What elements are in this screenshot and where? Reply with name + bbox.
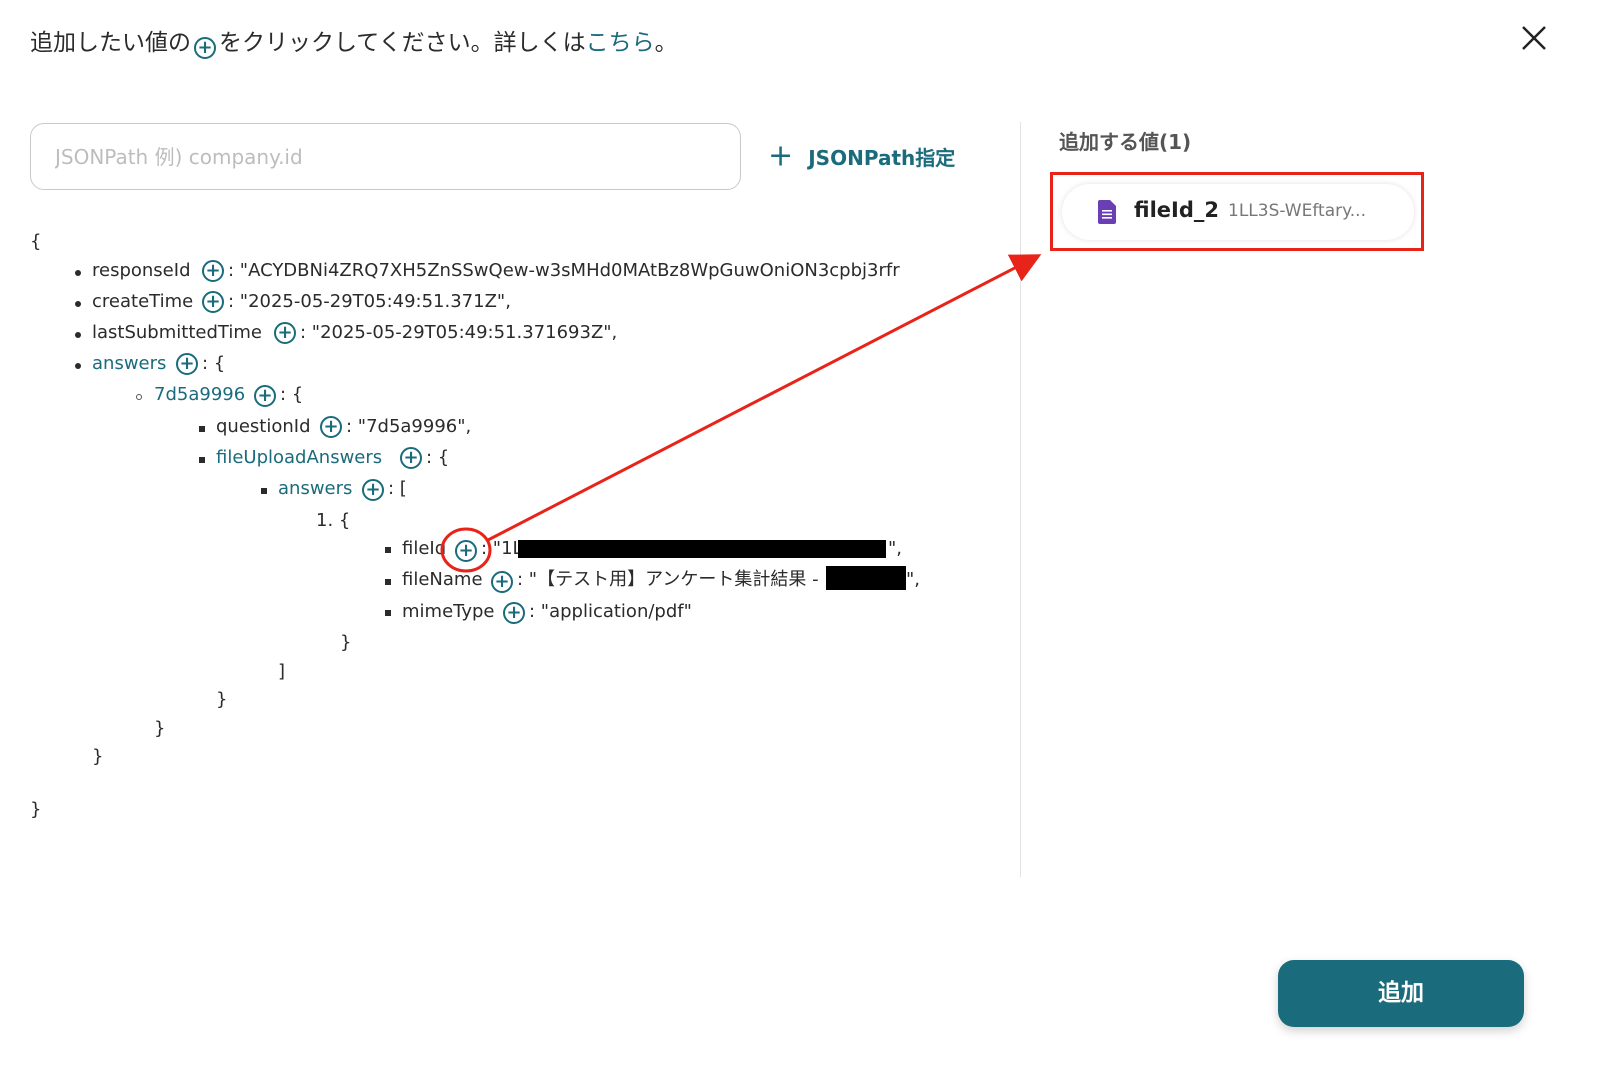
annotation-arrow <box>440 254 1042 573</box>
add-button[interactable]: 追加 <box>1278 960 1524 1027</box>
